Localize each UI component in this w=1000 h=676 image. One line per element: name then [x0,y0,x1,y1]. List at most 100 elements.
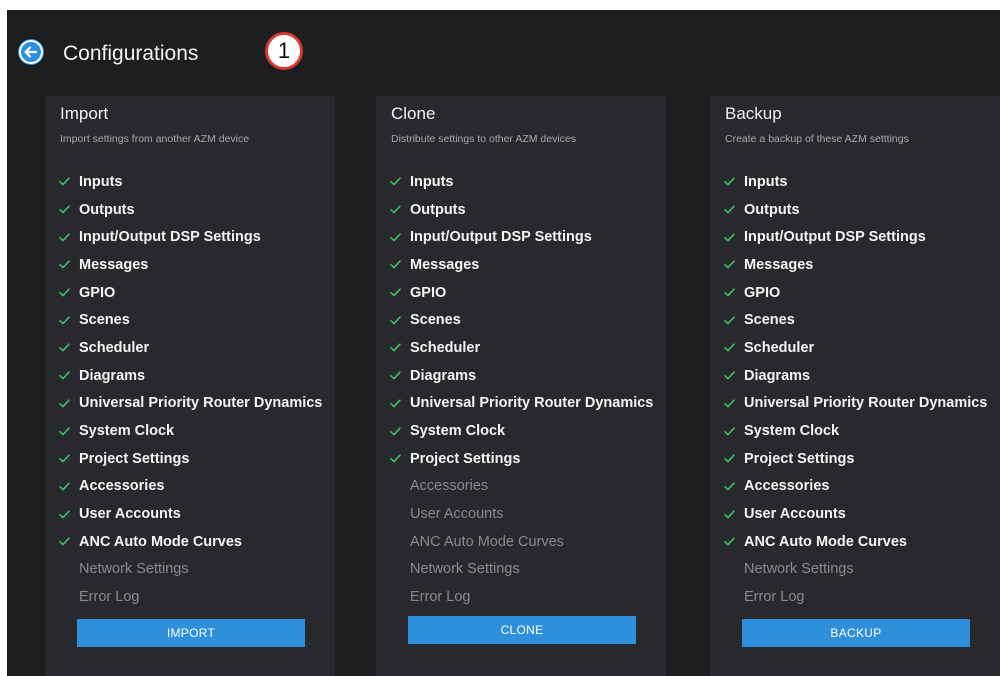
panel-clone: Clone Distribute settings to other AZM d… [376,96,666,676]
arrow-left-circle-icon [19,40,43,64]
settings-item: User Accounts [59,500,322,528]
settings-item-label: User Accounts [79,506,181,523]
settings-list: Inputs Outputs Input/Output DSP Settings Me… [59,168,322,611]
header: Configurations 1 [7,10,1000,96]
settings-list: Inputs Outputs Input/Output DSP Settings Me… [724,168,987,611]
settings-item: ANC Auto Mode Curves [390,528,653,556]
settings-item: Input/Output DSP Settings [724,223,987,251]
checkmark-icon [724,343,744,352]
checkmark-icon [724,371,744,380]
checkmark-icon [724,426,744,436]
checkmark-icon [390,343,410,352]
settings-item: User Accounts [724,500,987,528]
settings-item: Input/Output DSP Settings [59,223,322,251]
checkmark-icon [390,399,410,408]
settings-item: Input/Output DSP Settings [390,223,653,251]
settings-item-label: Accessories [79,478,165,495]
settings-item-label: User Accounts [744,506,846,523]
checkmark-icon [724,177,744,186]
settings-item-label: GPIO [410,284,447,301]
settings-item-label: Outputs [79,201,135,218]
settings-item-label: Inputs [79,173,123,190]
settings-item: Diagrams [724,362,987,390]
checkmark-icon [59,288,79,297]
settings-item-label: Scheduler [744,339,815,356]
settings-item: Error Log [390,583,653,611]
checkmark-icon [724,205,744,214]
settings-item-label: Inputs [744,173,788,190]
checkmark-icon [724,288,744,297]
settings-item-label: Universal Priority Router Dynamics [410,395,654,412]
settings-item: GPIO [724,279,987,307]
settings-item: User Accounts [390,500,653,528]
settings-item: Accessories [390,473,653,501]
import-button[interactable]: IMPORT [77,619,305,647]
settings-item: Scheduler [59,334,322,362]
settings-item-label: Diagrams [410,367,477,384]
settings-item-label: System Clock [744,423,840,440]
checkmark-icon [390,454,410,463]
checkmark-icon [724,509,744,519]
settings-item-label: Project Settings [744,450,855,467]
page-title: Configurations [63,42,199,65]
settings-item: Accessories [724,473,987,501]
checkmark-icon [59,316,79,325]
settings-item-label: GPIO [79,284,116,301]
settings-item-label: Network Settings [79,561,189,578]
checkmark-icon [59,205,79,214]
settings-item-label: Input/Output DSP Settings [744,229,926,246]
settings-item-label: Inputs [410,173,454,190]
settings-item: Network Settings [390,556,653,584]
settings-item-label: Messages [410,256,480,273]
settings-item: Outputs [724,196,987,224]
checkmark-icon [59,371,79,380]
settings-item-label: Error Log [410,589,471,606]
checkmark-icon [390,426,410,436]
panel-description: Distribute settings to other AZM devices [391,133,576,145]
settings-item-label: Outputs [410,201,466,218]
checkmark-icon [390,260,410,269]
settings-item: Messages [724,251,987,279]
panel-description: Import settings from another AZM device [60,133,250,145]
settings-item-label: Accessories [744,478,830,495]
panel-title: Backup [725,104,782,123]
settings-item-label: Diagrams [79,367,146,384]
checkmark-icon [59,233,79,242]
checkmark-icon [59,343,79,352]
backup-button[interactable]: BACKUP [742,619,970,647]
settings-item: Universal Priority Router Dynamics [390,390,653,418]
settings-item: Project Settings [390,445,653,473]
checkmark-icon [59,177,79,186]
settings-item: Messages [59,251,322,279]
checkmark-icon [724,316,744,325]
checkmark-icon [724,482,744,491]
settings-item: System Clock [59,417,322,445]
settings-item: Scheduler [390,334,653,362]
settings-item-label: Scenes [744,312,795,329]
settings-item: Network Settings [59,556,322,584]
checkmark-icon [59,537,79,546]
settings-item-label: Scenes [410,312,461,329]
panel-title: Import [60,104,109,123]
checkmark-icon [390,233,410,242]
settings-item-label: Input/Output DSP Settings [79,229,261,246]
settings-item: GPIO [59,279,322,307]
checkmark-icon [390,288,410,297]
checkmark-icon [724,454,744,463]
settings-item: Diagrams [59,362,322,390]
back-button[interactable] [18,39,44,65]
checkmark-icon [724,233,744,242]
settings-item-label: Universal Priority Router Dynamics [79,395,323,412]
checkmark-icon [59,260,79,269]
settings-item-label: Network Settings [744,561,854,578]
checkmark-icon [390,316,410,325]
settings-item-label: ANC Auto Mode Curves [744,533,907,550]
settings-item: Outputs [59,196,322,224]
checkmark-icon [59,454,79,463]
settings-item: Inputs [59,168,322,196]
clone-button[interactable]: CLONE [408,616,636,644]
checkmark-icon [390,177,410,186]
settings-item: Error Log [59,583,322,611]
settings-item-label: Outputs [744,201,800,218]
panel-import: Import Import settings from another AZM … [45,96,335,676]
